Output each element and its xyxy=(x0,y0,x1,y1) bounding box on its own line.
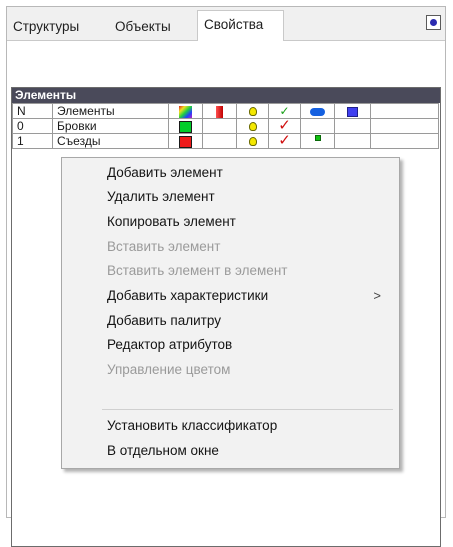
menu-item-label: Добавить характеристики xyxy=(107,288,269,303)
menu-separator xyxy=(102,409,393,410)
col-header-n: N xyxy=(12,103,53,119)
row-name[interactable]: Бровки xyxy=(52,118,169,134)
col-header-name: Элементы xyxy=(52,103,169,119)
row-number: 0 xyxy=(12,118,53,134)
tab-properties[interactable]: Свойства xyxy=(197,10,285,43)
menu-item-color-management: Управление цветом xyxy=(107,362,231,377)
menu-item-paste-element: Вставить элемент xyxy=(107,239,221,254)
row-name[interactable]: Съезды xyxy=(52,133,169,149)
table-row[interactable]: 0 Бровки ✓ xyxy=(12,118,439,134)
menu-item-separate-window[interactable]: В отдельном окне xyxy=(107,439,219,463)
elements-table: N Элементы ✓ 0 Бровки ✓ 1 Съезды ✓ xyxy=(12,103,439,149)
row-number: 1 xyxy=(12,133,53,149)
color-swatch[interactable] xyxy=(168,133,203,149)
grid-title: Элементы xyxy=(12,88,440,103)
menu-item-copy-element[interactable]: Копировать элемент xyxy=(107,210,236,234)
menu-item-paste-into-element: Вставить элемент в элемент xyxy=(107,263,288,278)
menu-item-delete-element[interactable]: Удалить элемент xyxy=(107,185,215,209)
fill-column-icon xyxy=(202,103,237,119)
visibility-bulb-icon xyxy=(236,103,269,119)
tab-objects[interactable]: Объекты xyxy=(111,13,175,40)
color-swatch[interactable] xyxy=(168,118,203,134)
table-row[interactable]: 1 Съезды ✓ xyxy=(12,133,439,149)
context-menu: Добавить элемент Удалить элемент Копиров… xyxy=(61,157,400,469)
menu-item-attribute-editor[interactable]: Редактор атрибутов xyxy=(107,333,232,357)
submenu-arrow-icon: > xyxy=(373,288,381,303)
menu-item-add-characteristics[interactable]: Добавить характеристики > xyxy=(107,284,399,308)
visibility-bulb-icon[interactable] xyxy=(236,133,269,149)
check-icon[interactable]: ✓ xyxy=(268,133,301,149)
visibility-bulb-icon[interactable] xyxy=(236,118,269,134)
label-pill-icon xyxy=(300,103,335,119)
check-icon[interactable]: ✓ xyxy=(268,118,301,134)
label-marker-icon[interactable] xyxy=(300,133,335,149)
select-check-icon: ✓ xyxy=(268,103,301,119)
cube-3d-icon xyxy=(334,103,371,119)
pin-icon[interactable] xyxy=(426,15,441,30)
menu-item-add-element[interactable]: Добавить элемент xyxy=(107,161,223,185)
table-header-row: N Элементы ✓ xyxy=(12,103,439,119)
menu-item-add-palette[interactable]: Добавить палитру xyxy=(107,309,221,333)
color-column-icon xyxy=(168,103,203,119)
menu-item-set-classifier[interactable]: Установить классификатор xyxy=(107,414,277,438)
tab-bar: Структуры Объекты Свойства xyxy=(7,7,445,43)
tab-structures[interactable]: Структуры xyxy=(9,13,83,40)
